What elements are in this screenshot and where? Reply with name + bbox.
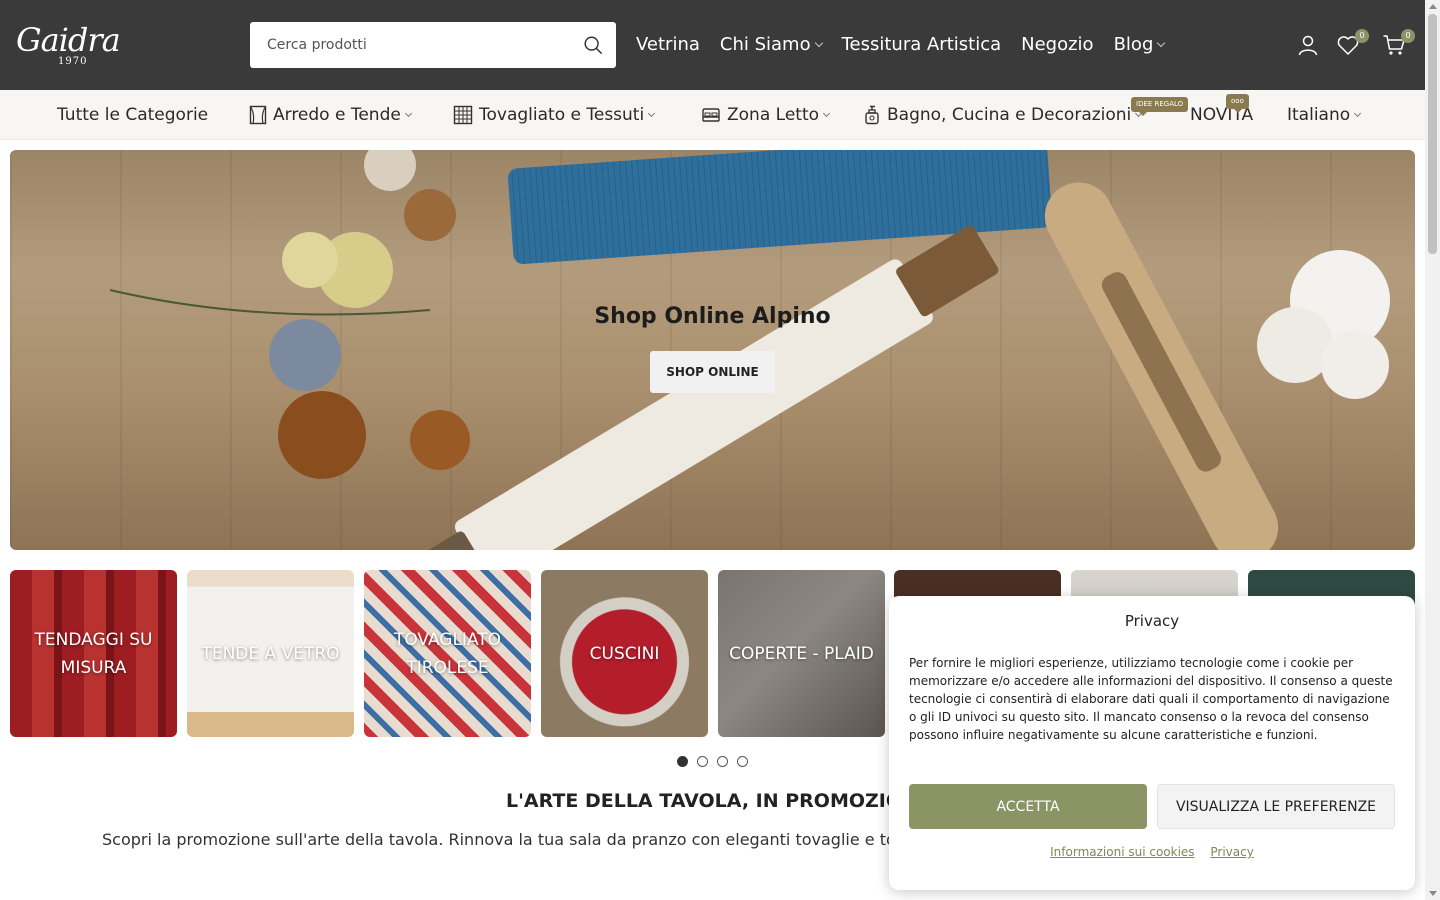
search-input[interactable] xyxy=(250,22,570,68)
tile-label: TENDE A VETRO xyxy=(201,643,340,664)
carousel-pagination xyxy=(677,756,748,767)
nav-label: Blog xyxy=(1113,34,1154,55)
carousel-dot-2[interactable] xyxy=(697,756,708,767)
soap-dispenser-icon xyxy=(865,105,879,125)
dialog-text: Per fornire le migliori esperienze, util… xyxy=(909,656,1393,742)
account-icon[interactable] xyxy=(1296,33,1320,57)
accept-button[interactable]: ACCETTA xyxy=(909,784,1147,829)
nav-blog[interactable]: Blog xyxy=(1113,31,1166,59)
promo-heading: L'ARTE DELLA TAVOLA, IN PROMOZIO xyxy=(506,790,903,812)
tile-label: COPERTE - PLAID xyxy=(729,643,874,664)
category-tile-tovagliato[interactable]: TOVAGLIATO TIROLESE xyxy=(364,570,531,737)
language-label: Italiano xyxy=(1287,105,1351,125)
chevron-down-icon xyxy=(648,109,656,117)
logo-text: Gaidra xyxy=(16,21,121,59)
cart-count-badge: 0 xyxy=(1401,29,1415,43)
cookies-info-link[interactable]: Informazioni sui cookies xyxy=(1050,845,1194,859)
search-box xyxy=(250,22,616,68)
cat-arredo-e-tende[interactable]: Arredo e Tende xyxy=(249,103,412,127)
logo-year: 1970 xyxy=(58,56,88,67)
chevron-down-icon xyxy=(1354,109,1362,117)
hero-banner: Shop Online Alpino SHOP ONLINE xyxy=(10,150,1415,550)
privacy-link[interactable]: Privacy xyxy=(1210,845,1253,859)
gift-ideas-tag: IDEE REGALO xyxy=(1131,97,1189,116)
cat-label: Arredo e Tende xyxy=(273,105,401,125)
language-switcher[interactable]: Italiano xyxy=(1287,103,1362,127)
nav-label: Negozio xyxy=(1021,34,1094,55)
hero-image xyxy=(109,150,1390,550)
cookie-consent-dialog: Privacy Per fornire le migliori esperien… xyxy=(889,596,1415,890)
nav-label: Tessitura Artistica xyxy=(841,34,1002,55)
cat-tovagliato-e-tessuti[interactable]: Tovagliato e Tessuti xyxy=(453,103,656,127)
cat-all-categories[interactable]: Tutte le Categorie xyxy=(57,103,208,127)
main-nav: Vetrina Chi Siamo Tessitura Artistica Ne… xyxy=(636,31,1166,59)
chevron-down-icon xyxy=(1157,38,1166,48)
carousel-dot-1[interactable] xyxy=(677,756,688,767)
cat-label: Tovagliato e Tessuti xyxy=(479,105,645,125)
cat-bagno-cucina-decorazioni[interactable]: Bagno, Cucina e Decorazioni IDEE REGALO xyxy=(863,97,1189,127)
view-preferences-button[interactable]: VISUALIZZA LE PREFERENZE xyxy=(1157,784,1395,829)
category-tile-tendaggi[interactable]: TENDAGGI SU MISURA xyxy=(10,570,177,737)
chevron-down-icon xyxy=(814,38,823,48)
scroll-thumb[interactable] xyxy=(1428,14,1437,254)
search-icon[interactable] xyxy=(582,34,604,56)
window-curtain-icon xyxy=(249,105,267,125)
wishlist-count-badge: 0 xyxy=(1355,29,1369,43)
category-tile-cuscini[interactable]: CUSCINI xyxy=(541,570,708,737)
nav-tessitura-artistica[interactable]: Tessitura Artistica xyxy=(842,31,1002,59)
scroll-up-icon[interactable] xyxy=(1429,4,1437,9)
shop-online-button[interactable]: SHOP ONLINE xyxy=(650,351,775,393)
bed-icon xyxy=(702,108,720,122)
hero-title: Shop Online Alpino xyxy=(594,304,831,329)
cat-label: Bagno, Cucina e Decorazioni xyxy=(887,105,1132,125)
category-tile-coperte-plaid[interactable]: COPERTE - PLAID xyxy=(718,570,885,737)
nav-label: Chi Siamo xyxy=(719,34,811,55)
scroll-down-icon[interactable] xyxy=(1429,891,1437,896)
cat-zona-letto[interactable]: Zona Letto xyxy=(701,103,831,127)
carousel-dot-4[interactable] xyxy=(737,756,748,767)
nav-chi-siamo[interactable]: Chi Siamo xyxy=(719,31,823,59)
cat-label: Zona Letto xyxy=(727,105,820,125)
site-header: Gaidra 1970 Vetrina Chi Siamo Tessitura … xyxy=(0,0,1425,90)
nav-negozio[interactable]: Negozio xyxy=(1021,31,1093,59)
carousel-dot-3[interactable] xyxy=(717,756,728,767)
chevron-down-icon xyxy=(822,109,831,117)
site-logo[interactable]: Gaidra 1970 xyxy=(16,21,121,68)
chevron-down-icon xyxy=(404,109,412,117)
page-scrollbar[interactable] xyxy=(1425,0,1440,900)
promo-text: Scopri la promozione sull'arte della tav… xyxy=(102,830,896,849)
cat-novita[interactable]: NOVITÀ ooo xyxy=(1190,94,1253,127)
fabric-icon xyxy=(453,105,473,125)
cat-label: Tutte le Categorie xyxy=(57,105,209,125)
category-tile-tende-a-vetro[interactable]: TENDE A VETRO xyxy=(187,570,354,737)
dialog-title: Privacy xyxy=(1124,612,1180,630)
dialog-links: Informazioni sui cookies Privacy xyxy=(889,845,1415,859)
tile-label: TOVAGLIATO TIROLESE xyxy=(393,629,502,678)
tile-label: CUSCINI xyxy=(589,643,660,664)
tile-label: TENDAGGI SU MISURA xyxy=(34,629,153,678)
wishlist-button[interactable]: 0 xyxy=(1336,29,1369,57)
nav-vetrina[interactable]: Vetrina xyxy=(636,31,700,59)
cart-button[interactable]: 0 xyxy=(1382,29,1415,57)
nav-label: Vetrina xyxy=(636,34,700,55)
new-tag: ooo xyxy=(1226,94,1249,113)
category-nav: Tutte le Categorie Arredo e Tende Tovagl… xyxy=(0,90,1425,140)
